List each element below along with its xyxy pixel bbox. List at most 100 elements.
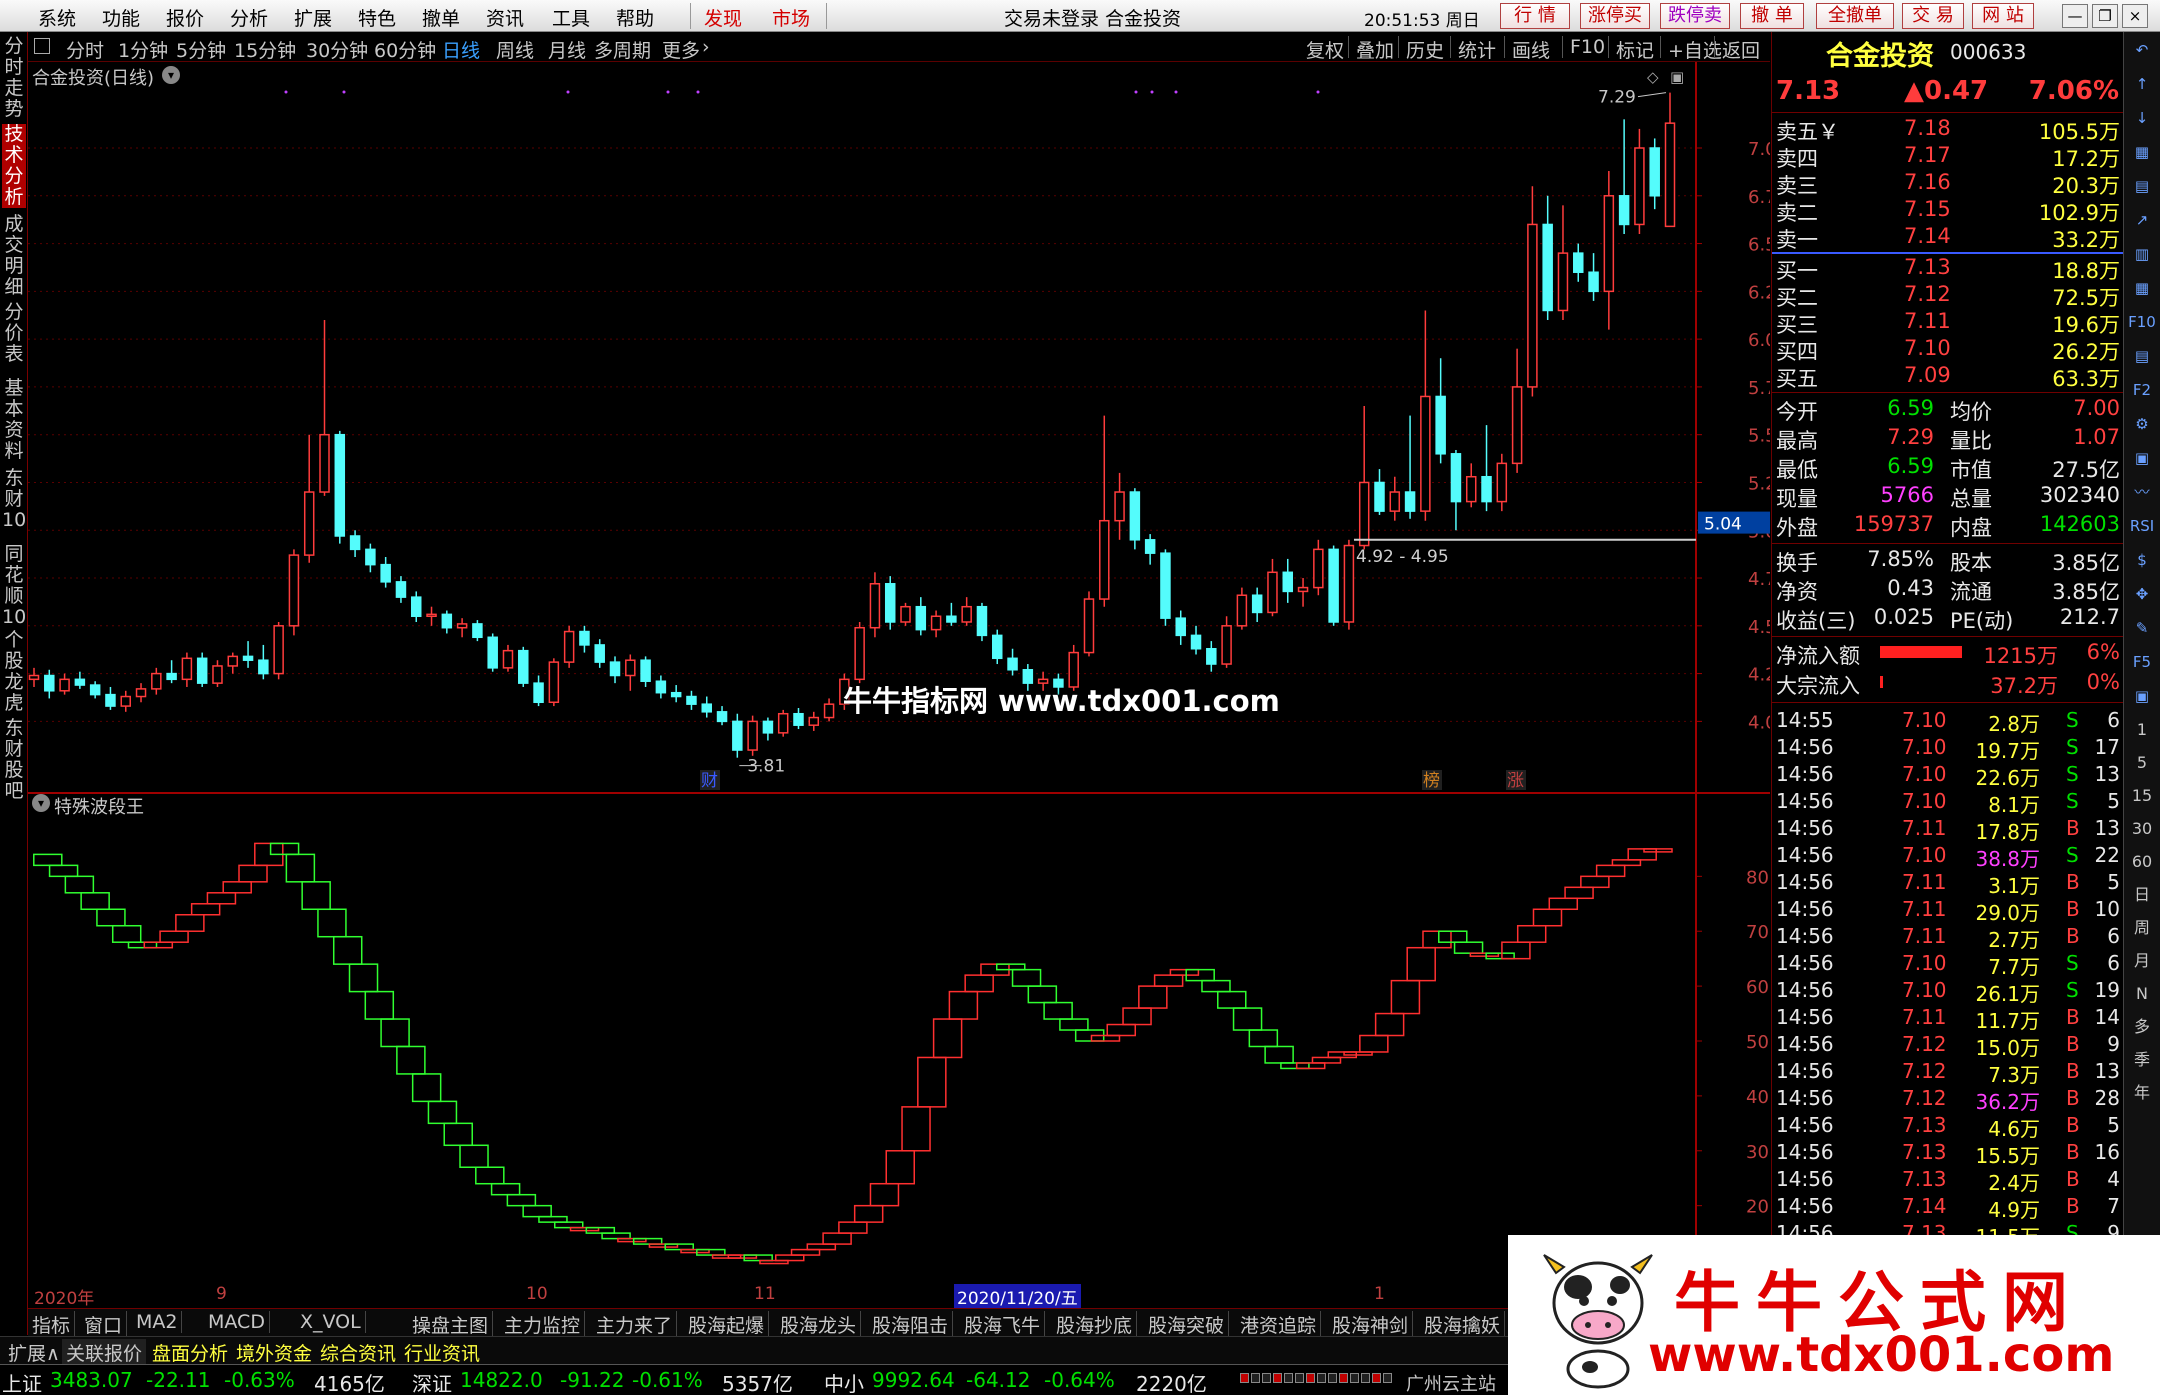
- indicator-tab[interactable]: 窗口: [80, 1311, 128, 1338]
- side-tool-icon[interactable]: 〰: [2128, 480, 2156, 504]
- side-tool-icon[interactable]: ▥: [2128, 242, 2156, 266]
- chart-tool-button[interactable]: 画线: [1512, 36, 1550, 63]
- chart-tool-button[interactable]: 标记: [1616, 36, 1654, 63]
- side-tool-icon[interactable]: ↗: [2128, 208, 2156, 232]
- side-tool-icon[interactable]: ▤: [2128, 344, 2156, 368]
- toolbar-button[interactable]: 交 易: [1902, 3, 1964, 29]
- chart-tool-button[interactable]: 返回: [1722, 36, 1760, 63]
- extension-tab[interactable]: 扩展∧: [4, 1339, 64, 1366]
- minimize-icon[interactable]: —: [2062, 4, 2088, 28]
- chart-tool-button[interactable]: 复权: [1306, 36, 1344, 63]
- side-tool-icon[interactable]: 季: [2128, 1048, 2156, 1072]
- side-tool-icon[interactable]: 多: [2128, 1015, 2156, 1039]
- indicator-tab[interactable]: 操盘主图: [408, 1311, 494, 1338]
- extension-tab[interactable]: 行业资讯: [400, 1339, 484, 1366]
- extension-tab[interactable]: 综合资讯: [316, 1339, 400, 1366]
- indicator-tab[interactable]: 主力来了: [592, 1311, 678, 1338]
- period-item[interactable]: 多周期: [594, 36, 651, 63]
- chart-tool-button[interactable]: 叠加: [1356, 36, 1394, 63]
- menu-item[interactable]: 工具: [552, 4, 590, 31]
- toolbar-button[interactable]: 撤 单: [1740, 3, 1804, 29]
- period-item[interactable]: 15分钟: [234, 36, 296, 63]
- side-tool-icon[interactable]: ✥: [2128, 582, 2156, 606]
- toolbar-button[interactable]: 网 站: [1972, 3, 2034, 29]
- toolbar-button[interactable]: 跌停卖: [1660, 3, 1730, 29]
- side-tool-icon[interactable]: 月: [2128, 949, 2156, 973]
- indicator-chart[interactable]: 80.00 70.00 60.00 50.00 40.00 30.00 20.00 ▾ 特殊…: [28, 794, 1798, 1288]
- left-tab[interactable]: 基本资料: [2, 378, 26, 462]
- menu-item[interactable]: 特色: [358, 4, 396, 31]
- side-tool-icon[interactable]: ↓: [2128, 106, 2156, 130]
- side-tool-icon[interactable]: $: [2128, 548, 2156, 572]
- menu-item[interactable]: 帮助: [616, 4, 654, 31]
- indicator-tab[interactable]: MACD: [204, 1311, 270, 1333]
- left-tab[interactable]: 分价表: [2, 302, 26, 365]
- toolbar-button[interactable]: 全撤单: [1816, 3, 1894, 29]
- menu-highlight-item[interactable]: 发现: [704, 4, 742, 31]
- left-tab[interactable]: 东财10: [2, 468, 26, 531]
- side-tool-icon[interactable]: N: [2128, 982, 2156, 1006]
- side-tool-icon[interactable]: ▦: [2128, 140, 2156, 164]
- side-tool-icon[interactable]: F2: [2128, 378, 2156, 402]
- side-tool-icon[interactable]: ▣: [2128, 446, 2156, 470]
- period-item[interactable]: 5分钟: [176, 36, 226, 63]
- menu-highlight-item[interactable]: 市场: [772, 4, 810, 31]
- toolbar-button[interactable]: 行 情: [1500, 3, 1570, 29]
- menu-item[interactable]: 分析: [230, 4, 268, 31]
- indicator-tab[interactable]: 股海飞牛: [960, 1311, 1046, 1338]
- extension-tab[interactable]: 关联报价: [62, 1339, 147, 1366]
- side-tool-icon[interactable]: ▤: [2128, 174, 2156, 198]
- toolbar-button[interactable]: 涨停买: [1580, 3, 1650, 29]
- indicator-tab[interactable]: 股海阻击: [868, 1311, 954, 1338]
- period-item[interactable]: 更多: [662, 36, 700, 63]
- period-item[interactable]: 日线: [442, 36, 480, 63]
- indicator-tab[interactable]: 股海起爆: [684, 1311, 770, 1338]
- left-tab[interactable]: 个股龙虎: [2, 630, 26, 714]
- indicator-tab[interactable]: X_VOL: [296, 1311, 366, 1333]
- chart-tool-button[interactable]: 历史: [1406, 36, 1444, 63]
- left-tab[interactable]: 东财股吧: [2, 718, 26, 802]
- extension-tab[interactable]: 境外资金: [232, 1339, 316, 1366]
- indicator-tab[interactable]: 主力监控: [500, 1311, 586, 1338]
- side-tool-icon[interactable]: ↶: [2128, 38, 2156, 62]
- side-tool-icon[interactable]: 30: [2128, 817, 2156, 841]
- period-item[interactable]: 周线: [496, 36, 534, 63]
- indicator-tab[interactable]: 股海神剑: [1328, 1311, 1414, 1338]
- menu-item[interactable]: 扩展: [294, 4, 332, 31]
- side-tool-icon[interactable]: F5: [2128, 650, 2156, 674]
- chart-tool-button[interactable]: F10: [1570, 36, 1605, 58]
- side-tool-icon[interactable]: ✎: [2128, 616, 2156, 640]
- side-tool-icon[interactable]: 日: [2128, 883, 2156, 907]
- side-tool-icon[interactable]: 周: [2128, 916, 2156, 940]
- indicator-tab[interactable]: 港资追踪: [1236, 1311, 1322, 1338]
- side-tool-icon[interactable]: RSI: [2128, 514, 2156, 538]
- expand-icon[interactable]: ▣: [1670, 68, 1684, 86]
- left-tab[interactable]: 同花顺10: [2, 544, 26, 628]
- menu-item[interactable]: 系统: [38, 4, 76, 31]
- indicator-tab[interactable]: 股海抄底: [1052, 1311, 1138, 1338]
- menu-item[interactable]: 资讯: [486, 4, 524, 31]
- indicator-tab[interactable]: MA2: [132, 1311, 183, 1333]
- side-tool-icon[interactable]: F10: [2128, 310, 2156, 334]
- side-tool-icon[interactable]: ⚙: [2128, 412, 2156, 436]
- left-tab[interactable]: 分时走势: [2, 36, 26, 120]
- side-tool-icon[interactable]: ↑: [2128, 72, 2156, 96]
- period-item[interactable]: 60分钟: [374, 36, 436, 63]
- side-tool-icon[interactable]: ▣: [2128, 684, 2156, 708]
- left-tab[interactable]: 成交明细: [2, 214, 26, 298]
- left-tab[interactable]: 技术分析: [2, 124, 26, 208]
- extension-tab[interactable]: 盘面分析: [148, 1339, 232, 1366]
- side-tool-icon[interactable]: 1: [2128, 718, 2156, 742]
- indicator-tab[interactable]: 指标: [28, 1311, 76, 1338]
- period-item[interactable]: 1分钟: [118, 36, 168, 63]
- side-tool-icon[interactable]: ▦: [2128, 276, 2156, 300]
- close-icon[interactable]: ×: [2122, 4, 2148, 28]
- menu-item[interactable]: 撤单: [422, 4, 460, 31]
- indicator-tab[interactable]: 股海突破: [1144, 1311, 1230, 1338]
- indicator-options-icon[interactable]: ▾: [32, 794, 50, 812]
- panel-toggle-icon[interactable]: [34, 38, 50, 54]
- indicator-tab[interactable]: 股海擒妖: [1420, 1311, 1506, 1338]
- side-tool-icon[interactable]: 60: [2128, 850, 2156, 874]
- menu-item[interactable]: 报价: [166, 4, 204, 31]
- chart-options-icon[interactable]: ▾: [162, 66, 180, 84]
